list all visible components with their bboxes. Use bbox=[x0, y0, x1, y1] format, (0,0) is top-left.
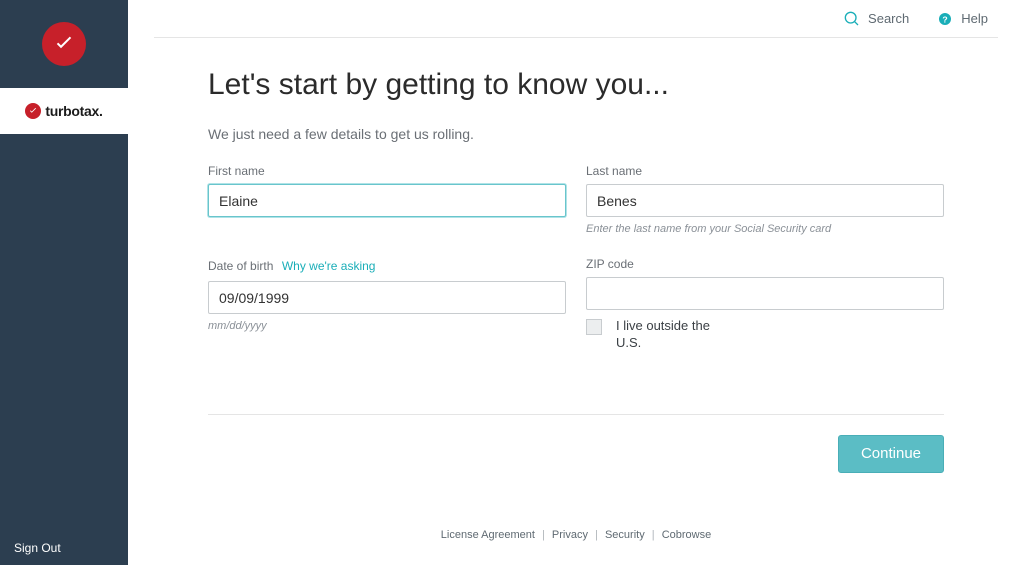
brand-bar: turbotax. bbox=[0, 88, 128, 134]
outside-us-row[interactable]: I live outside the U.S. bbox=[586, 318, 944, 352]
first-name-field: First name bbox=[208, 164, 566, 235]
sidebar: turbotax. Sign Out bbox=[0, 0, 128, 565]
footer-license-link[interactable]: License Agreement bbox=[441, 529, 535, 541]
zip-input[interactable] bbox=[586, 277, 944, 310]
last-name-field: Last name Enter the last name from your … bbox=[586, 164, 944, 235]
dob-help-link[interactable]: Why we're asking bbox=[282, 259, 376, 273]
brand-name: turbotax. bbox=[45, 103, 102, 119]
dob-input[interactable] bbox=[208, 281, 566, 314]
outside-us-label: I live outside the U.S. bbox=[616, 318, 736, 352]
actions-bar: Continue bbox=[208, 435, 944, 473]
footer-sep: | bbox=[542, 529, 545, 541]
search-label: Search bbox=[868, 11, 909, 26]
outside-us-checkbox[interactable] bbox=[586, 319, 602, 335]
first-name-input[interactable] bbox=[208, 184, 566, 217]
brand-logo-icon bbox=[25, 103, 41, 119]
help-label: Help bbox=[961, 11, 988, 26]
last-name-label: Last name bbox=[586, 164, 944, 178]
form-grid: First name Last name Enter the last name… bbox=[208, 164, 944, 352]
svg-text:?: ? bbox=[943, 14, 948, 24]
app-logo-icon bbox=[42, 22, 86, 66]
help-icon: ? bbox=[937, 11, 953, 27]
signout-link[interactable]: Sign Out bbox=[14, 541, 61, 555]
footer-sep: | bbox=[652, 529, 655, 541]
zip-label: ZIP code bbox=[586, 257, 944, 271]
logo-area bbox=[0, 0, 128, 88]
dob-field: Date of birth Why we're asking mm/dd/yyy… bbox=[208, 257, 566, 352]
page-subtitle: We just need a few details to get us rol… bbox=[208, 126, 944, 142]
dob-label: Date of birth bbox=[208, 259, 273, 273]
content: Let's start by getting to know you... We… bbox=[148, 38, 1004, 541]
footer-sep: | bbox=[595, 529, 598, 541]
main-area: Search ? Help Let's start by getting to … bbox=[128, 0, 1024, 565]
search-icon bbox=[844, 11, 860, 27]
search-button[interactable]: Search bbox=[844, 11, 909, 27]
last-name-hint: Enter the last name from your Social Sec… bbox=[586, 223, 944, 235]
page-title: Let's start by getting to know you... bbox=[208, 68, 944, 102]
footer-cobrowse-link[interactable]: Cobrowse bbox=[662, 529, 712, 541]
topbar: Search ? Help bbox=[154, 0, 998, 38]
last-name-input[interactable] bbox=[586, 184, 944, 217]
first-name-label: First name bbox=[208, 164, 566, 178]
footer-privacy-link[interactable]: Privacy bbox=[552, 529, 588, 541]
divider bbox=[208, 414, 944, 415]
footer-links: License Agreement | Privacy | Security |… bbox=[208, 529, 944, 541]
dob-hint: mm/dd/yyyy bbox=[208, 320, 566, 332]
help-button[interactable]: ? Help bbox=[937, 11, 988, 27]
footer-security-link[interactable]: Security bbox=[605, 529, 645, 541]
continue-button[interactable]: Continue bbox=[838, 435, 944, 473]
zip-field: ZIP code I live outside the U.S. bbox=[586, 257, 944, 352]
